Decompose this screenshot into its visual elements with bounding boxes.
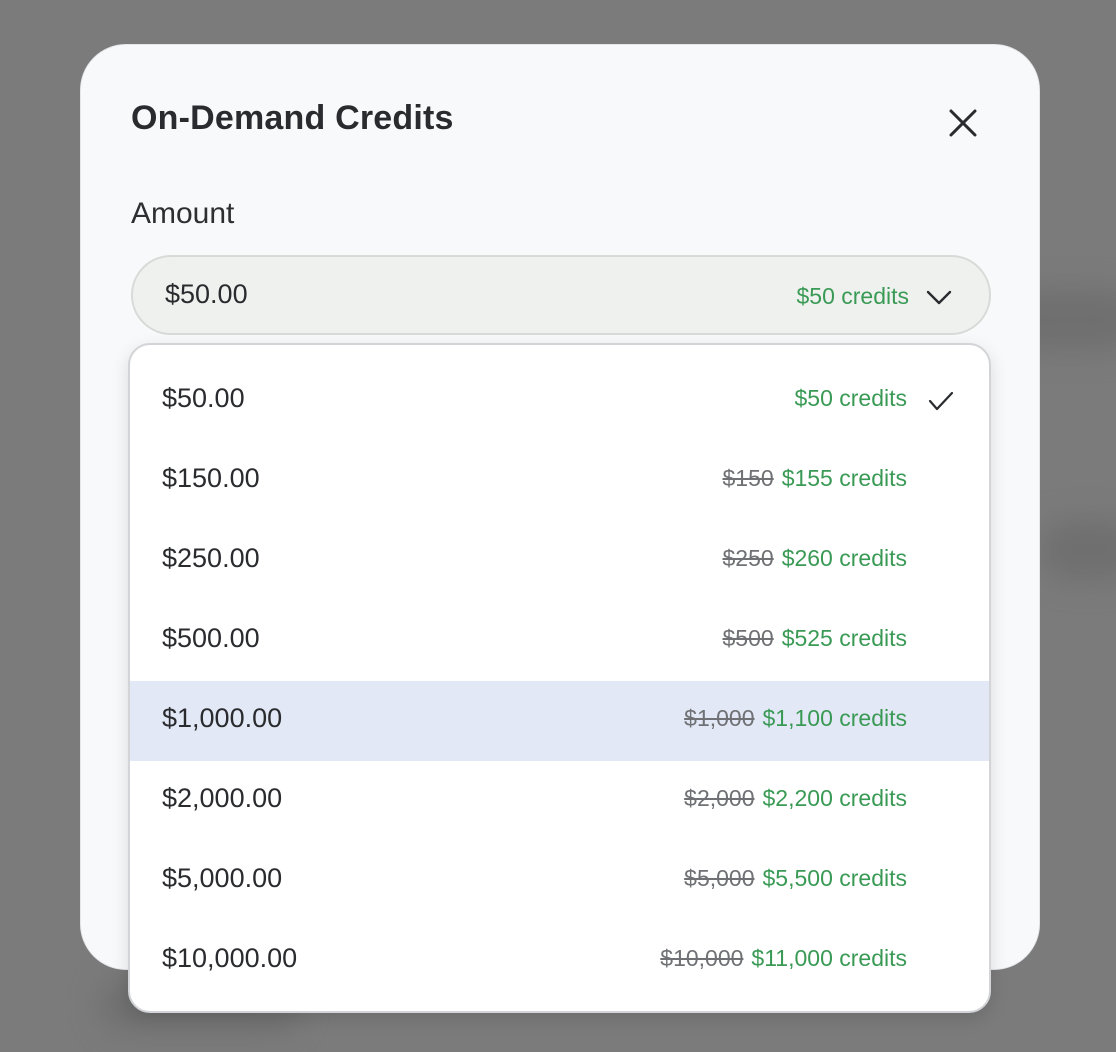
option-amount: $50.00 [162, 383, 245, 413]
dropdown-option[interactable]: $500.00 $500 $525 credits [130, 601, 989, 681]
background-blur [1040, 520, 1116, 580]
option-pricing: $500 $525 credits [723, 625, 907, 652]
option-pricing: $5,000 $5,500 credits [684, 865, 907, 892]
dropdown-option[interactable]: $150.00 $150 $155 credits [130, 441, 989, 521]
option-credits: $2,200 credits [762, 785, 907, 811]
option-credits: $11,000 credits [751, 945, 907, 971]
option-pricing: $10,000 $11,000 credits [660, 945, 907, 972]
amount-label: Amount [131, 197, 235, 230]
modal-title: On-Demand Credits [131, 99, 454, 137]
option-pricing: $2,000 $2,200 credits [684, 785, 907, 812]
dropdown-option-highlighted[interactable]: $1,000.00 $1,000 $1,100 credits [130, 681, 989, 761]
option-original-price: $2,000 [684, 785, 755, 811]
option-credits: $525 credits [781, 625, 907, 651]
option-original-price: $10,000 [660, 945, 744, 971]
option-credits: $260 credits [781, 545, 907, 571]
chevron-down-icon [926, 290, 952, 305]
dropdown-option[interactable]: $50.00 $50 credits [130, 361, 989, 441]
option-credits: $155 credits [781, 465, 907, 491]
option-original-price: $250 [722, 545, 774, 571]
option-original-price: $5,000 [684, 865, 755, 891]
option-original-price: $150 [722, 465, 774, 491]
dropdown-option[interactable]: $2,000.00 $2,000 $2,200 credits [130, 761, 989, 841]
dropdown-option[interactable]: $5,000.00 $5,000 $5,500 credits [130, 841, 989, 921]
option-amount: $150.00 [162, 463, 260, 493]
close-icon [949, 109, 977, 137]
close-button[interactable] [939, 99, 987, 147]
selected-amount: $50.00 [165, 279, 248, 309]
option-pricing: $250 $260 credits [723, 545, 907, 572]
option-pricing: $1,000 $1,100 credits [684, 705, 907, 732]
option-amount: $2,000.00 [162, 783, 283, 813]
dropdown-option[interactable]: $250.00 $250 $260 credits [130, 521, 989, 601]
checkmark-icon [928, 391, 954, 411]
selected-credits: $50 credits [796, 283, 909, 309]
option-pricing: $150 $155 credits [723, 465, 907, 492]
option-original-price: $1,000 [684, 705, 755, 731]
amount-dropdown-list: $50.00 $50 credits $150.00 $150 $155 cred… [128, 343, 991, 1013]
option-amount: $10,000.00 [162, 943, 298, 973]
option-original-price: $500 [722, 625, 774, 651]
amount-select[interactable]: $50.00 $50 credits [131, 255, 991, 335]
option-amount: $1,000.00 [162, 703, 283, 733]
option-credits: $1,100 credits [762, 705, 907, 731]
dropdown-option[interactable]: $10,000.00 $10,000 $11,000 credits [130, 921, 989, 1001]
option-credits: $5,500 credits [762, 865, 907, 891]
option-amount: $250.00 [162, 543, 260, 573]
option-credits: $50 credits [794, 385, 907, 411]
option-pricing: $50 credits [794, 385, 907, 412]
option-amount: $500.00 [162, 623, 260, 653]
option-amount: $5,000.00 [162, 863, 283, 893]
